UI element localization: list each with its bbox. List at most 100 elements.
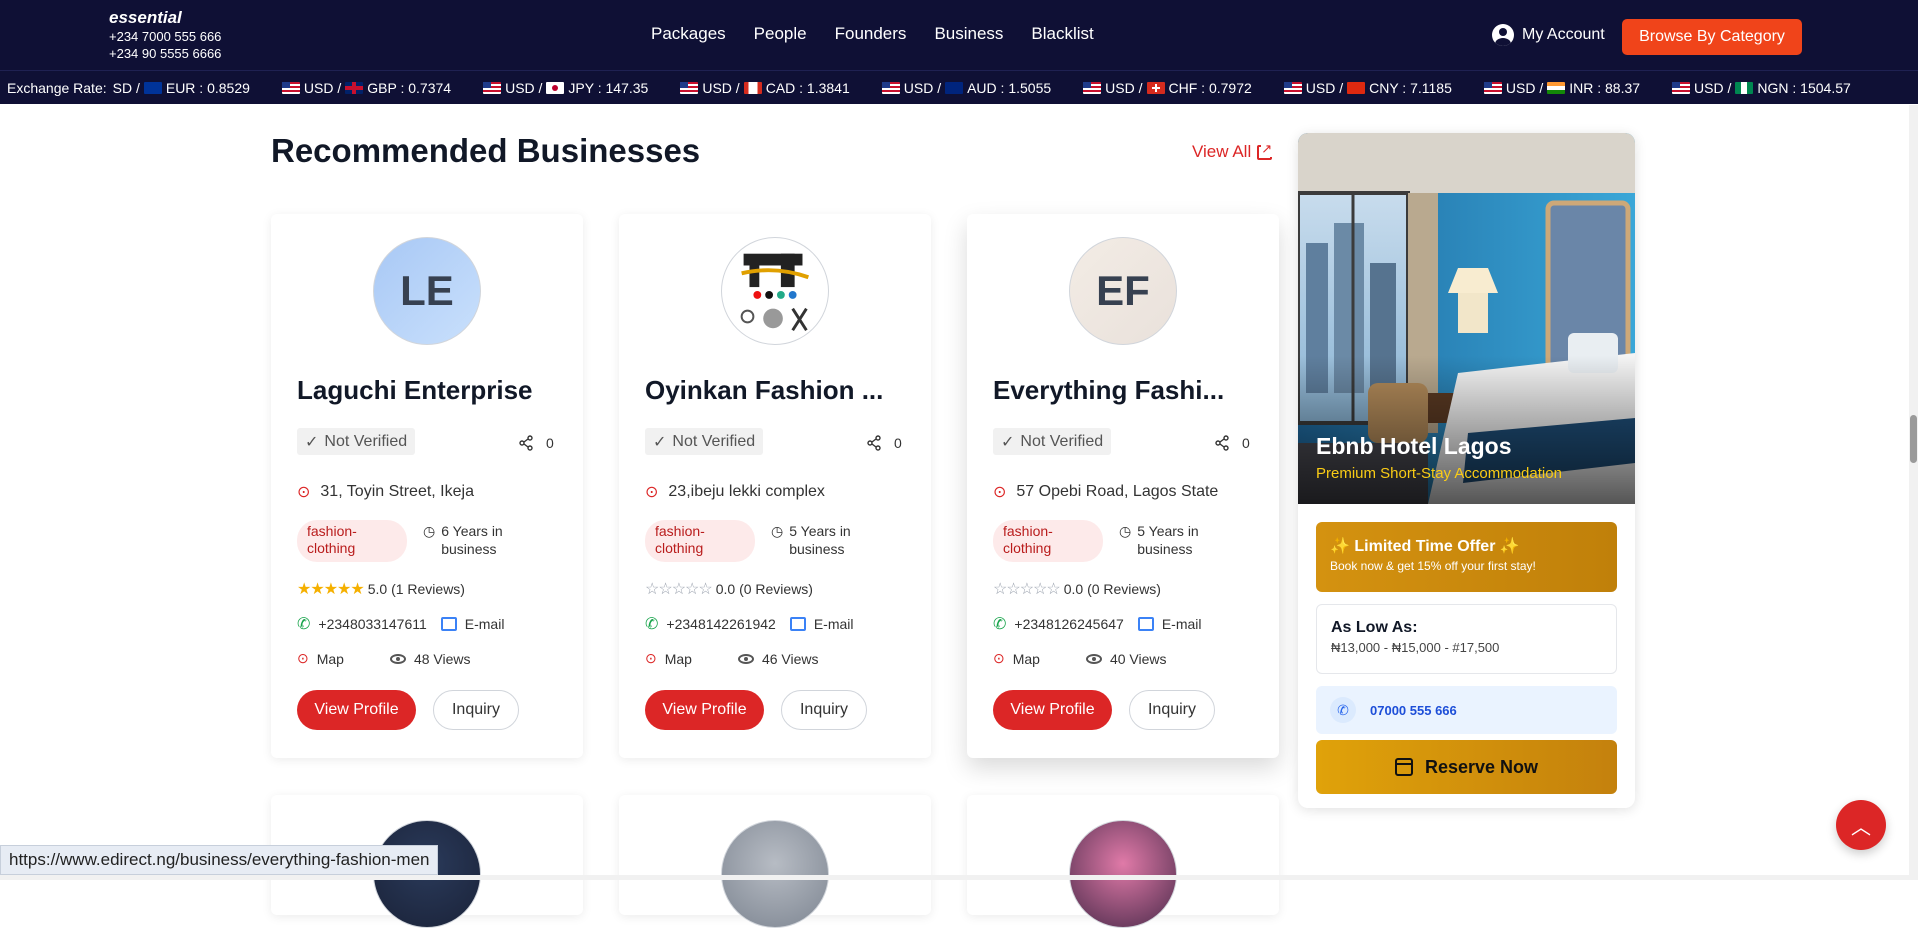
business-avatar[interactable]: [721, 820, 829, 928]
map-pin-icon: ⊙: [993, 650, 1005, 666]
views-count: 40 Views: [1109, 650, 1167, 667]
section-title: Recommended Businesses: [271, 132, 701, 169]
map-pin-icon: ⊙: [645, 650, 657, 666]
reserve-now-button[interactable]: Reserve Now: [1316, 740, 1617, 794]
share-button[interactable]: 0: [1214, 435, 1250, 451]
map-link[interactable]: Map: [317, 651, 344, 667]
location-pin-icon: ⊙: [645, 484, 659, 501]
us-flag-icon: [483, 81, 502, 94]
hotel-name[interactable]: Ebnb Hotel Lagos: [1316, 433, 1512, 460]
rating: ★★★★★ 5.0 (1 Reviews): [297, 581, 465, 598]
check-icon: ✓: [305, 433, 319, 451]
business-address: ⊙ 23,ibeju lekki complex: [645, 483, 825, 501]
hotel-phone[interactable]: 07000 555 666: [1370, 703, 1457, 718]
hotel-ad: Ebnb Hotel Lagos Premium Short-Stay Acco…: [1298, 133, 1635, 808]
business-address: ⊙ 31, Toyin Street, Ikeja: [297, 483, 474, 501]
category-tag[interactable]: fashion-clothing: [297, 520, 407, 562]
eye-icon: [1085, 653, 1102, 664]
star-icons: ★★★★★: [297, 581, 365, 598]
nav-people[interactable]: People: [754, 24, 807, 44]
scroll-to-top-button[interactable]: ︿: [1836, 800, 1886, 850]
years-in-business: ◷ 5 Years in business: [1119, 523, 1199, 557]
rate-cad: USD / CAD : 1.3841: [680, 80, 850, 96]
inquiry-button[interactable]: Inquiry: [1129, 690, 1215, 730]
map-views-row: ⊙ Map 40 Views: [993, 650, 1263, 667]
category-tag[interactable]: fashion-clothing: [993, 520, 1103, 562]
link-status-bar: https://www.edirect.ng/business/everythi…: [0, 845, 439, 875]
browse-by-category-button[interactable]: Browse By Category: [1622, 19, 1802, 55]
horizontal-scrollbar[interactable]: [0, 875, 1909, 880]
inquiry-button[interactable]: Inquiry: [433, 690, 519, 730]
brand[interactable]: essential +234 7000 555 666 +234 90 5555…: [109, 8, 221, 62]
brand-phone-1: +234 7000 555 666: [109, 29, 222, 44]
price-box: As Low As: ₦13,000 - ₦15,000 - #17,500: [1316, 604, 1617, 674]
my-account-label: My Account: [1522, 26, 1605, 43]
view-profile-button[interactable]: View Profile: [645, 690, 764, 730]
rate-aud: USD / AUD : 1.5055: [881, 80, 1051, 96]
business-phone[interactable]: +2348033147611: [318, 616, 426, 632]
view-profile-button[interactable]: View Profile: [297, 690, 416, 730]
brand-logo[interactable]: essential: [109, 8, 221, 28]
business-card: Oyinkan Fashion ... ✓ Not Verified 0 ⊙ 23,…: [619, 214, 931, 758]
us-flag-icon: [1483, 81, 1502, 94]
star-icons: ☆☆☆☆☆: [645, 581, 713, 598]
business-name[interactable]: Everything Fashi...: [993, 375, 1263, 406]
category-tag[interactable]: fashion-clothing: [645, 520, 755, 562]
business-avatar[interactable]: EF: [1069, 237, 1177, 345]
share-button[interactable]: 0: [518, 435, 554, 451]
phone-icon: ✆: [993, 616, 1007, 633]
scrollbar-thumb[interactable]: [1910, 415, 1917, 463]
business-avatar[interactable]: [1069, 820, 1177, 928]
map-link[interactable]: Map: [1013, 651, 1040, 667]
sewing-machine-icon: [740, 253, 810, 332]
verification-badge: ✓ Not Verified: [645, 428, 764, 455]
map-link[interactable]: Map: [665, 651, 692, 667]
exchange-rate-label: Exchange Rate:: [7, 79, 107, 96]
share-icon: [518, 435, 534, 451]
nav-founders[interactable]: Founders: [835, 24, 907, 44]
rate-chf: USD / CHF : 0.7972: [1083, 80, 1252, 96]
call-hotel-row[interactable]: ✆ 07000 555 666: [1316, 686, 1617, 734]
mail-icon: [440, 617, 457, 631]
share-count: 0: [894, 435, 902, 451]
share-button[interactable]: 0: [866, 435, 902, 451]
my-account-link[interactable]: My Account: [1492, 24, 1605, 46]
calendar-icon: [1394, 758, 1413, 776]
business-phone[interactable]: +2348126245647: [1014, 616, 1123, 632]
chevron-up-icon: ︿: [1851, 816, 1871, 839]
rate-ngn: USD / NGN : 1504.57: [1672, 80, 1851, 96]
email-link[interactable]: E-mail: [465, 616, 505, 632]
brand-phone-2: +234 90 5555 6666: [109, 46, 222, 61]
rate-jpy: USD / JPY : 147.35: [483, 80, 648, 96]
nav-business[interactable]: Business: [934, 24, 1003, 44]
business-card: [967, 795, 1279, 928]
vertical-scrollbar[interactable]: [1909, 105, 1918, 880]
view-profile-button[interactable]: View Profile: [993, 690, 1112, 730]
nav-blacklist[interactable]: Blacklist: [1031, 24, 1093, 44]
ca-flag-icon: [743, 81, 762, 94]
years-in-business: ◷ 5 Years in business: [771, 523, 851, 557]
view-all-link[interactable]: View All: [1192, 140, 1273, 162]
inquiry-button[interactable]: Inquiry: [781, 690, 867, 730]
ng-flag-icon: [1735, 81, 1754, 94]
price-range: ₦13,000 - ₦15,000 - #17,500: [1331, 640, 1500, 655]
business-avatar[interactable]: LE: [373, 237, 481, 345]
map-views-row: ⊙ Map 48 Views: [297, 650, 567, 667]
email-link[interactable]: E-mail: [1162, 616, 1202, 632]
verification-badge: ✓ Not Verified: [297, 428, 416, 455]
share-count: 0: [546, 435, 554, 451]
clock-icon: ◷: [771, 523, 784, 539]
clock-icon: ◷: [423, 523, 436, 539]
business-name[interactable]: Laguchi Enterprise: [297, 375, 567, 406]
business-name[interactable]: Oyinkan Fashion ...: [645, 375, 915, 406]
us-flag-icon: [680, 81, 699, 94]
business-avatar-sewing-image[interactable]: [721, 237, 829, 345]
business-phone[interactable]: +2348142261942: [666, 616, 775, 632]
nav-packages[interactable]: Packages: [651, 24, 726, 44]
ch-flag-icon: [1146, 81, 1165, 94]
business-address: ⊙ 57 Opebi Road, Lagos State: [993, 483, 1219, 501]
offer-description: Book now & get 15% off your first stay!: [1330, 559, 1536, 573]
email-link[interactable]: E-mail: [814, 616, 854, 632]
business-card: [619, 795, 931, 928]
jp-flag-icon: [546, 81, 565, 94]
